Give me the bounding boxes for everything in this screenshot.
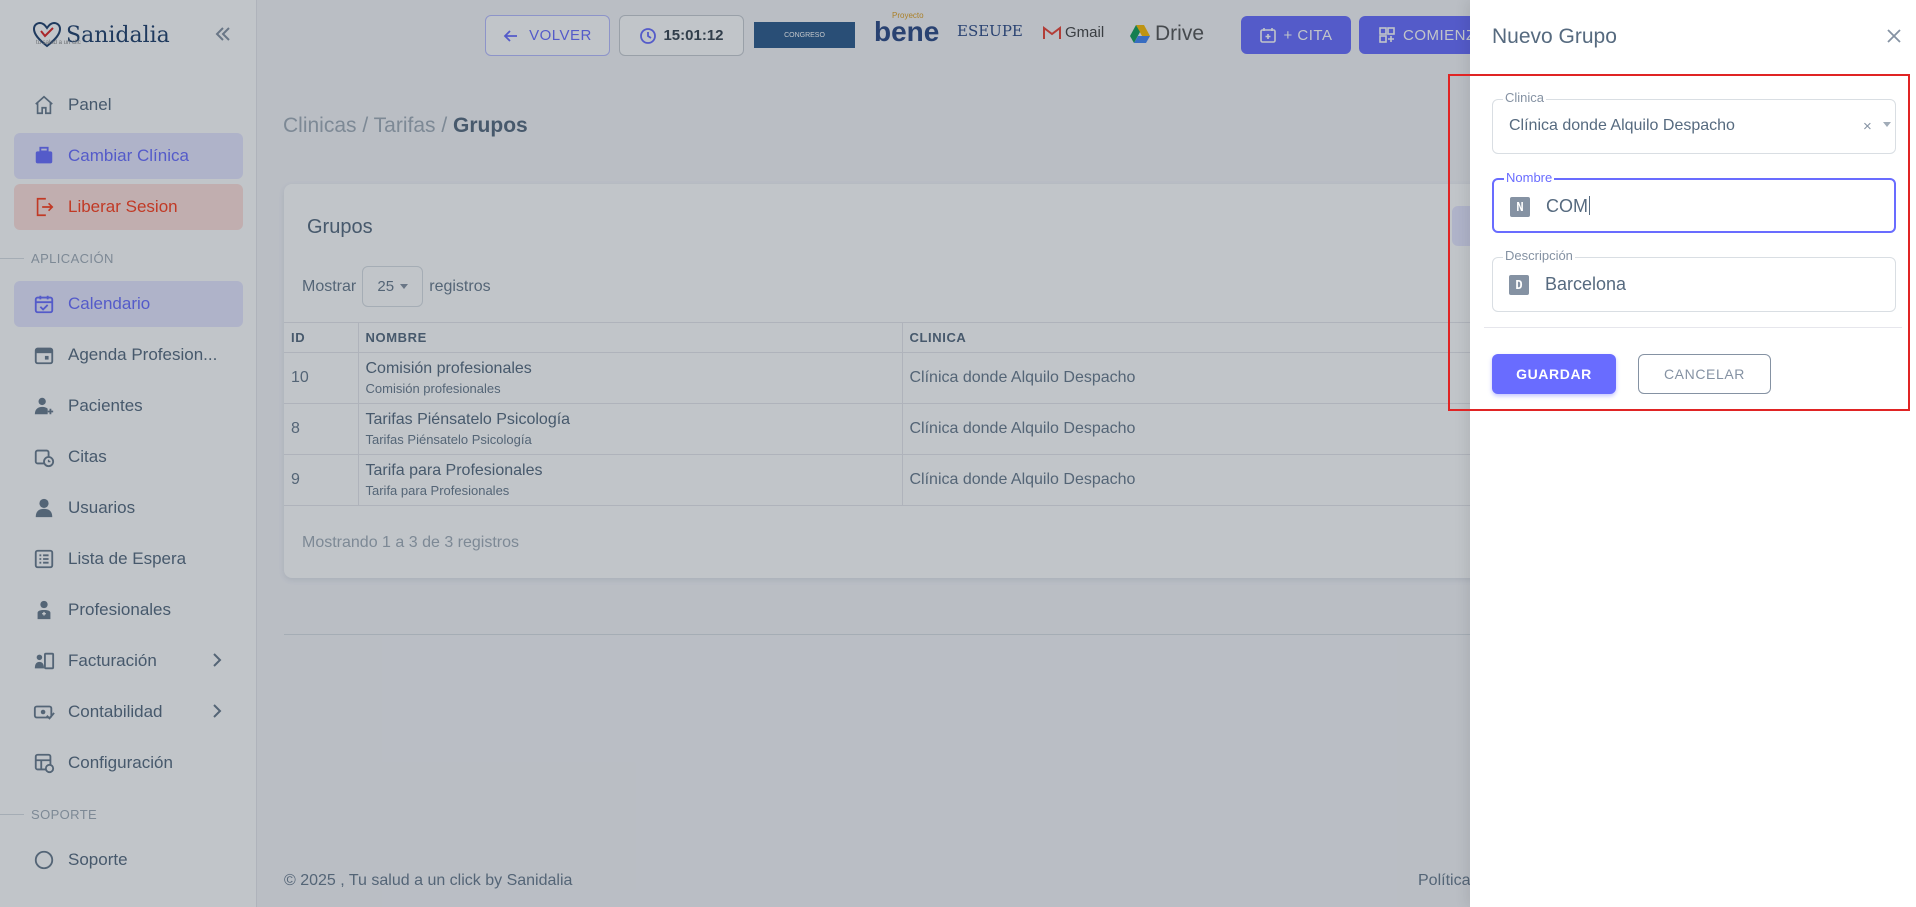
nombre-input[interactable]: Nombre N COM <box>1492 170 1896 233</box>
nuevo-grupo-panel: Nuevo Grupo Clinica Clínica donde Alquil… <box>1448 0 1916 907</box>
close-icon[interactable] <box>1884 26 1904 46</box>
nombre-badge-icon: N <box>1510 197 1530 217</box>
guardar-button[interactable]: GUARDAR <box>1492 354 1616 394</box>
text-cursor <box>1589 196 1590 215</box>
panel-title: Nuevo Grupo <box>1492 25 1617 48</box>
panel-separator <box>1484 327 1902 328</box>
clinica-select[interactable]: Clinica Clínica donde Alquilo Despacho × <box>1492 90 1896 154</box>
caret-down-icon <box>1883 122 1891 127</box>
offcanvas-backdrop[interactable] <box>0 0 1470 907</box>
descripcion-input[interactable]: Descripción D Barcelona <box>1492 248 1896 312</box>
clear-icon[interactable]: × <box>1863 118 1872 135</box>
descripcion-badge-icon: D <box>1509 275 1529 295</box>
cancelar-button[interactable]: CANCELAR <box>1638 354 1771 394</box>
